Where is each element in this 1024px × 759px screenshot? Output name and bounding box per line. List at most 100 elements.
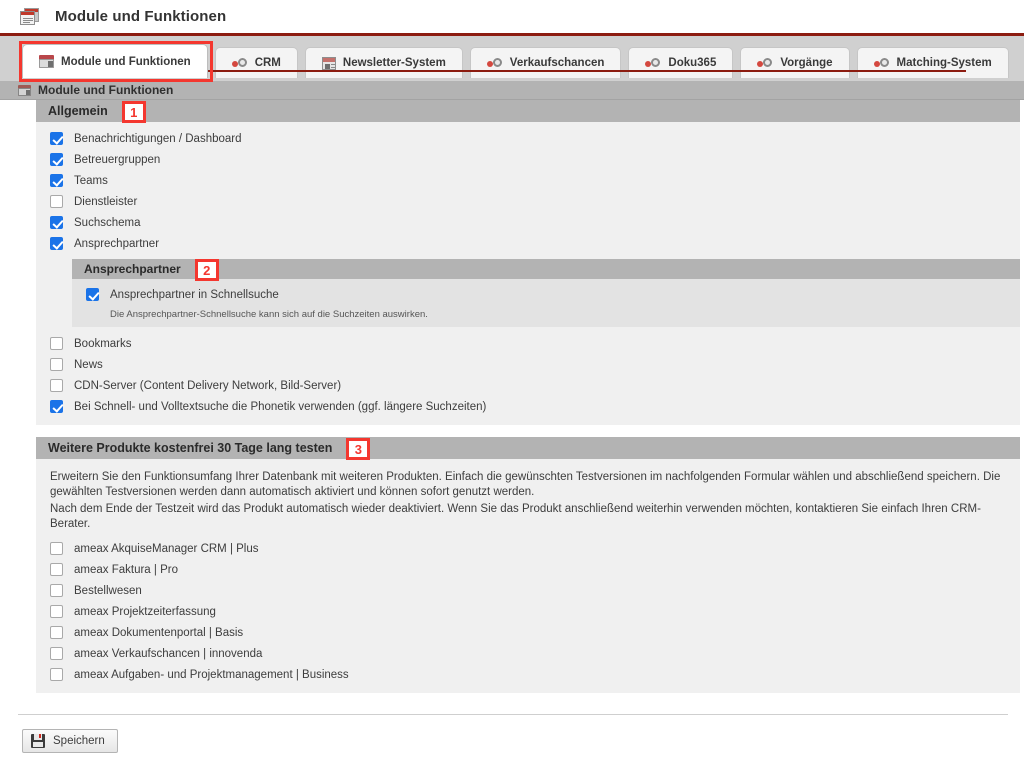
checkbox-faktura-pro[interactable] (50, 563, 63, 576)
page-header: Module und Funktionen (0, 0, 1024, 33)
checkbox-row-bestellwesen[interactable]: Bestellwesen (36, 580, 1020, 601)
checkbox-label: Bestellwesen (74, 585, 142, 597)
checkbox-akquisemanager-crm-plus[interactable] (50, 542, 63, 555)
main-content: Allgemein 1 Benachrichtigungen / Dashboa… (0, 100, 1024, 693)
checkbox-row-dienstleister[interactable]: Dienstleister (36, 191, 1020, 212)
tab-module-und-funktionen[interactable]: Module und Funktionen (22, 44, 208, 78)
checkbox-row-projektzeiterfassung[interactable]: ameax Projektzeiterfassung (36, 601, 1020, 622)
annotation-badge-2: 2 (195, 259, 219, 281)
subsection-note: Die Ansprechpartner-Schnellsuche kann si… (72, 305, 1020, 320)
checkbox-betreuergruppen[interactable] (50, 153, 63, 166)
checkbox-verkaufschancen-innovenda[interactable] (50, 647, 63, 660)
section-title: Weitere Produkte kostenfrei 30 Tage lang… (48, 441, 332, 455)
section-allgemein: Allgemein 1 Benachrichtigungen / Dashboa… (36, 100, 1020, 425)
breadcrumb: Module und Funktionen (0, 81, 1024, 100)
checkbox-label: News (74, 359, 103, 371)
checkbox-row-faktura-pro[interactable]: ameax Faktura | Pro (36, 559, 1020, 580)
tab-label: CRM (255, 57, 281, 69)
checkbox-suchschema[interactable] (50, 216, 63, 229)
checkbox-row-ansprechpartner-schnellsuche[interactable]: Ansprechpartner in Schnellsuche (72, 284, 1020, 305)
checkbox-label: Bei Schnell- und Volltextsuche die Phone… (74, 401, 486, 413)
checkbox-teams[interactable] (50, 174, 63, 187)
checkbox-row-teams[interactable]: Teams (36, 170, 1020, 191)
checkbox-projektzeiterfassung[interactable] (50, 605, 63, 618)
checkbox-label: ameax Projektzeiterfassung (74, 606, 216, 618)
checkbox-row-suchschema[interactable]: Suchschema (36, 212, 1020, 233)
section-body-weitere-produkte: Erweitern Sie den Funktionsumfang Ihrer … (36, 459, 1020, 693)
save-button[interactable]: Speichern (22, 729, 118, 753)
checkbox-label: Bookmarks (74, 338, 132, 350)
subsection-title: Ansprechpartner (84, 262, 181, 276)
tab-list: Module und Funktionen CRM Newsletter-Sys… (22, 44, 1016, 78)
tab-verkaufschancen[interactable]: Verkaufschancen (470, 47, 622, 78)
checkbox-label: Suchschema (74, 217, 140, 229)
checkbox-label: ameax Faktura | Pro (74, 564, 178, 576)
tab-newsletter-system[interactable]: Newsletter-System (305, 47, 463, 78)
tab-crm[interactable]: CRM (215, 47, 298, 78)
tab-label: Matching-System (897, 57, 992, 69)
section-header-allgemein: Allgemein 1 (36, 100, 1020, 122)
checkbox-label: ameax AkquiseManager CRM | Plus (74, 543, 259, 555)
checkbox-aufgaben-projektmanagement-business[interactable] (50, 668, 63, 681)
section-title: Allgemein (48, 104, 108, 118)
checkbox-label: CDN-Server (Content Delivery Network, Bi… (74, 380, 341, 392)
checkbox-row-verkaufschancen-innovenda[interactable]: ameax Verkaufschancen | innovenda (36, 643, 1020, 664)
gear-dot-icon (487, 57, 503, 69)
checkbox-cdn-server[interactable] (50, 379, 63, 392)
description-paragraph-2: Nach dem Ende der Testzeit wird das Prod… (50, 502, 1006, 532)
newsletter-icon (322, 57, 336, 70)
checkbox-ansprechpartner-in-schnellsuche[interactable] (86, 288, 99, 301)
description-paragraph-1: Erweitern Sie den Funktionsumfang Ihrer … (50, 470, 1006, 500)
annotation-badge-1: 1 (122, 101, 146, 123)
tab-vorgaenge[interactable]: Vorgänge (740, 47, 849, 78)
checkbox-row-news[interactable]: News (36, 354, 1020, 375)
folder-small-icon (18, 85, 31, 96)
checkbox-dienstleister[interactable] (50, 195, 63, 208)
checkbox-dokumentenportal-basis[interactable] (50, 626, 63, 639)
page-title: Module und Funktionen (55, 8, 226, 25)
tab-label: Verkaufschancen (510, 57, 605, 69)
checkbox-row-dokumentenportal-basis[interactable]: ameax Dokumentenportal | Basis (36, 622, 1020, 643)
tab-label: Module und Funktionen (61, 56, 191, 68)
checkbox-benachrichtigungen-dashboard[interactable] (50, 132, 63, 145)
checkbox-label: ameax Verkaufschancen | innovenda (74, 648, 262, 660)
gear-dot-icon (232, 57, 248, 69)
footer-divider (18, 714, 1008, 715)
tab-label: Vorgänge (780, 57, 832, 69)
checkbox-bestellwesen[interactable] (50, 584, 63, 597)
checkbox-label: Benachrichtigungen / Dashboard (74, 133, 242, 145)
checkbox-phonetik-verwenden[interactable] (50, 400, 63, 413)
folder-icon (39, 55, 54, 68)
checkbox-label: ameax Dokumentenportal | Basis (74, 627, 243, 639)
subsection-ansprechpartner: Ansprechpartner 2 Ansprechpartner in Sch… (72, 259, 1020, 327)
tab-strip: Module und Funktionen CRM Newsletter-Sys… (0, 33, 1024, 81)
checkbox-label: Teams (74, 175, 108, 187)
tab-doku365[interactable]: Doku365 (628, 47, 733, 78)
save-button-label: Speichern (53, 735, 105, 747)
checkbox-label: ameax Aufgaben- und Projektmanagement | … (74, 669, 349, 681)
checkbox-bookmarks[interactable] (50, 337, 63, 350)
breadcrumb-label: Module und Funktionen (38, 83, 173, 97)
checkbox-row-aufgaben-projektmanagement-business[interactable]: ameax Aufgaben- und Projektmanagement | … (36, 664, 1020, 685)
tab-label: Newsletter-System (343, 57, 446, 69)
checkbox-row-cdn-server[interactable]: CDN-Server (Content Delivery Network, Bi… (36, 375, 1020, 396)
gear-dot-icon (757, 57, 773, 69)
section-weitere-produkte: Weitere Produkte kostenfrei 30 Tage lang… (36, 437, 1020, 693)
checkbox-label: Betreuergruppen (74, 154, 160, 166)
subsection-header-ansprechpartner: Ansprechpartner 2 (72, 259, 1020, 279)
checkbox-row-benachrichtigungen-dashboard[interactable]: Benachrichtigungen / Dashboard (36, 128, 1020, 149)
checkbox-row-betreuergruppen[interactable]: Betreuergruppen (36, 149, 1020, 170)
checkbox-row-ansprechpartner[interactable]: Ansprechpartner (36, 233, 1020, 254)
checkbox-row-phonetik[interactable]: Bei Schnell- und Volltextsuche die Phone… (36, 396, 1020, 417)
subsection-body-ansprechpartner: Ansprechpartner in Schnellsuche Die Ansp… (72, 279, 1020, 327)
checkbox-row-bookmarks[interactable]: Bookmarks (36, 333, 1020, 354)
gear-dot-icon (874, 57, 890, 69)
app-root: Module und Funktionen Module und Funktio… (0, 0, 1024, 759)
checkbox-ansprechpartner[interactable] (50, 237, 63, 250)
tab-matching-system[interactable]: Matching-System (857, 47, 1009, 78)
checkbox-news[interactable] (50, 358, 63, 371)
checkbox-label: Ansprechpartner in Schnellsuche (110, 289, 279, 301)
tab-label: Doku365 (668, 57, 716, 69)
section-header-weitere-produkte: Weitere Produkte kostenfrei 30 Tage lang… (36, 437, 1020, 459)
checkbox-row-akquisemanager-crm-plus[interactable]: ameax AkquiseManager CRM | Plus (36, 538, 1020, 559)
